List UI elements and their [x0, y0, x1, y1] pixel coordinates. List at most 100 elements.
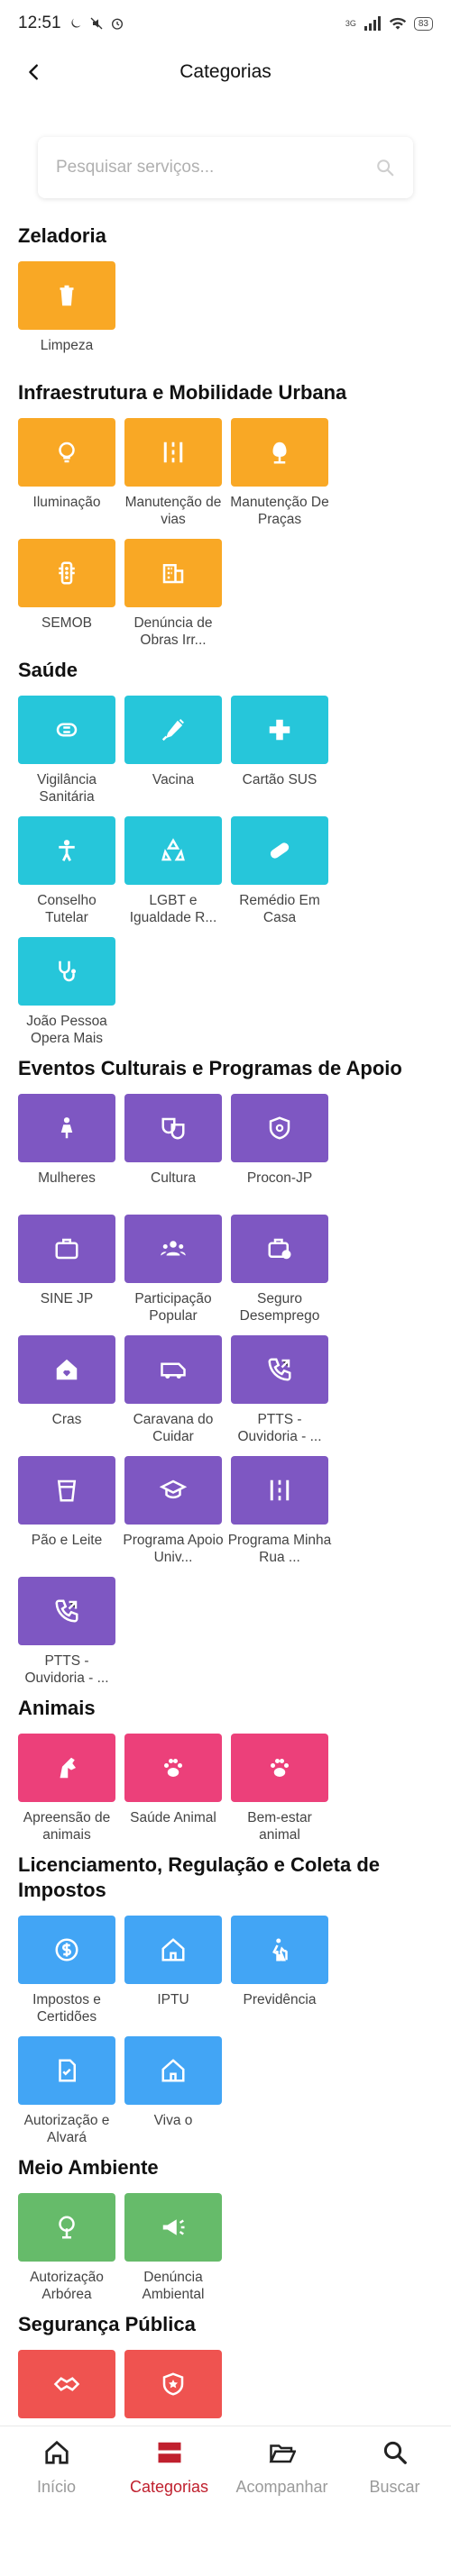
category-item-iluminacao[interactable]: Iluminação	[18, 418, 115, 528]
category-tile[interactable]	[18, 1456, 115, 1525]
category-tile[interactable]	[18, 1577, 115, 1645]
cup-icon	[57, 1479, 77, 1502]
section-meio-ambiente: Meio Ambiente Autorização Arbórea Denúncia…	[18, 2155, 433, 2303]
category-tile[interactable]	[18, 261, 115, 330]
category-tile[interactable]	[124, 539, 222, 607]
category-tile[interactable]	[18, 2193, 115, 2262]
category-tile[interactable]	[231, 1335, 328, 1404]
back-button[interactable]	[22, 59, 47, 85]
category-tile[interactable]	[231, 1094, 328, 1162]
category-tile[interactable]	[124, 1215, 222, 1283]
category-label: Vigilância Sanitária	[36, 772, 97, 805]
category-item-limpeza[interactable]: Limpeza	[18, 261, 115, 371]
category-item-iptu[interactable]: IPTU	[124, 1916, 222, 2025]
category-tile[interactable]	[124, 2193, 222, 2262]
search-icon[interactable]	[375, 158, 395, 177]
category-item-cras[interactable]: Cras	[18, 1335, 115, 1445]
category-item-apreensao-de-animais[interactable]: Apreensão de animais	[18, 1734, 115, 1843]
category-item-participacao-popular[interactable]: Participação Popular	[124, 1215, 222, 1324]
category-label: João Pessoa Opera Mais	[26, 1014, 107, 1046]
category-item-ptts-ouvidoria[interactable]: PTTS - Ouvidoria - ...	[231, 1335, 328, 1445]
nav-item-buscar[interactable]: Buscar	[338, 2426, 451, 2512]
category-item-seguro-desemprego[interactable]: Seguro Desemprego	[231, 1215, 328, 1324]
category-tile[interactable]	[18, 816, 115, 885]
category-tile[interactable]	[18, 1094, 115, 1162]
category-item-ptts-ouvidoria[interactable]: PTTS - Ouvidoria - ...	[18, 1577, 115, 1687]
category-tile[interactable]	[18, 1335, 115, 1404]
handshake-icon	[53, 2377, 80, 2391]
category-item-vigilancia-sanitaria[interactable]: Vigilância Sanitária	[18, 696, 115, 806]
category-tile[interactable]	[124, 418, 222, 487]
category-tile[interactable]	[18, 1734, 115, 1802]
category-item-conselho-tutelar[interactable]: Conselho Tutelar	[18, 816, 115, 926]
category-tile[interactable]	[231, 1734, 328, 1802]
category-item-denuncia-ambiental[interactable]: Denúncia Ambiental	[124, 2193, 222, 2303]
section-infraestrutura-e-mobilidade-urbana: Infraestrutura e Mobilidade Urbana Ilumin…	[18, 380, 433, 649]
category-tile[interactable]	[231, 1215, 328, 1283]
category-tile[interactable]	[124, 2036, 222, 2105]
horse-icon	[60, 1757, 76, 1779]
category-item-cartao-sus[interactable]: Cartão SUS	[231, 696, 328, 806]
category-tile[interactable]	[231, 816, 328, 885]
category-item-caravana-do-cuidar[interactable]: Caravana do Cuidar	[124, 1335, 222, 1445]
category-item-semob[interactable]: SEMOB	[18, 539, 115, 649]
category-item-procon-jp[interactable]: Procon-JP	[231, 1094, 328, 1204]
category-tile[interactable]	[231, 1456, 328, 1525]
category-tile[interactable]	[18, 696, 115, 764]
search-input[interactable]	[56, 158, 375, 177]
category-label: Autorização Arbórea	[30, 2270, 104, 2302]
category-item-autorizacao-e-alvara[interactable]: Autorização e Alvará	[18, 2036, 115, 2146]
category-tile[interactable]	[124, 1456, 222, 1525]
category-tile[interactable]	[18, 1916, 115, 1984]
category-item-mulheres[interactable]: Mulheres	[18, 1094, 115, 1204]
category-item-previdencia[interactable]: Previdência	[231, 1916, 328, 2025]
category-tile[interactable]	[231, 418, 328, 487]
category-item-vacina[interactable]: Vacina	[124, 696, 222, 806]
category-tile[interactable]	[124, 816, 222, 885]
category-item-denuncia-de-obras-irr[interactable]: Denúncia de Obras Irr...	[124, 539, 222, 649]
category-tile[interactable]	[231, 1916, 328, 1984]
category-item-lgbt-e-igualdade-r[interactable]: LGBT e Igualdade R...	[124, 816, 222, 926]
category-tile[interactable]	[18, 2350, 115, 2418]
nav-icon-wrapper	[156, 2439, 183, 2471]
category-item-impostos-e-certidoes[interactable]: Impostos e Certidões	[18, 1916, 115, 2025]
category-tile[interactable]	[124, 2350, 222, 2418]
category-tile[interactable]	[18, 418, 115, 487]
nav-item-acompanhar[interactable]: Acompanhar	[226, 2426, 338, 2512]
section-title: Infraestrutura e Mobilidade Urbana	[18, 381, 347, 404]
category-tile[interactable]	[18, 937, 115, 1006]
category-tile[interactable]	[18, 2036, 115, 2105]
section-zeladoria: Zeladoria Limpeza	[18, 223, 433, 371]
category-item-viva-o[interactable]: Viva o	[124, 2036, 222, 2146]
category-item-cultura[interactable]: Cultura	[124, 1094, 222, 1204]
nav-label: Categorias	[129, 2478, 209, 2496]
category-item-pao-e-leite[interactable]: Pão e Leite	[18, 1456, 115, 1566]
nav-item-inicio[interactable]: Início	[0, 2426, 113, 2512]
category-item-bem-estar-animal[interactable]: Bem-estar animal	[231, 1734, 328, 1843]
category-tile[interactable]	[231, 696, 328, 764]
category-tile[interactable]	[124, 1335, 222, 1404]
folder-open-icon	[269, 2444, 297, 2463]
category-label: SINE JP	[40, 1291, 94, 1306]
category-grid: Impostos e Certidões IPTU Previdência Autor…	[18, 1916, 433, 2146]
category-item-sine-jp[interactable]: SINE JP	[18, 1215, 115, 1324]
category-tile[interactable]	[124, 1734, 222, 1802]
category-item-programa-minha-rua[interactable]: Programa Minha Rua ...	[228, 1456, 331, 1566]
house-icon	[161, 2059, 185, 2082]
category-item-programa-apoio-univ[interactable]: Programa Apoio Univ...	[123, 1456, 224, 1566]
category-tile[interactable]	[124, 696, 222, 764]
category-item-manutencao-de-pracas[interactable]: Manutenção De Praças	[230, 418, 329, 528]
category-item-manutencao-de-vias[interactable]: Manutenção de vias	[124, 418, 222, 528]
category-item-joao-pessoa-opera-mais[interactable]: João Pessoa Opera Mais	[18, 937, 115, 1047]
nav-item-categorias[interactable]: Categorias	[113, 2426, 226, 2512]
category-tile[interactable]	[124, 1916, 222, 1984]
category-item-remedio-em-casa[interactable]: Remédio Em Casa	[231, 816, 328, 926]
category-label: Cultura	[151, 1170, 196, 1186]
category-tile[interactable]	[124, 1094, 222, 1162]
search-bar[interactable]	[38, 137, 413, 198]
category-item-saude-animal[interactable]: Saúde Animal	[124, 1734, 222, 1843]
graduation-cap-icon	[160, 1479, 187, 1499]
category-tile[interactable]	[18, 1215, 115, 1283]
category-item-autorizacao-arborea[interactable]: Autorização Arbórea	[18, 2193, 115, 2303]
category-tile[interactable]	[18, 539, 115, 607]
